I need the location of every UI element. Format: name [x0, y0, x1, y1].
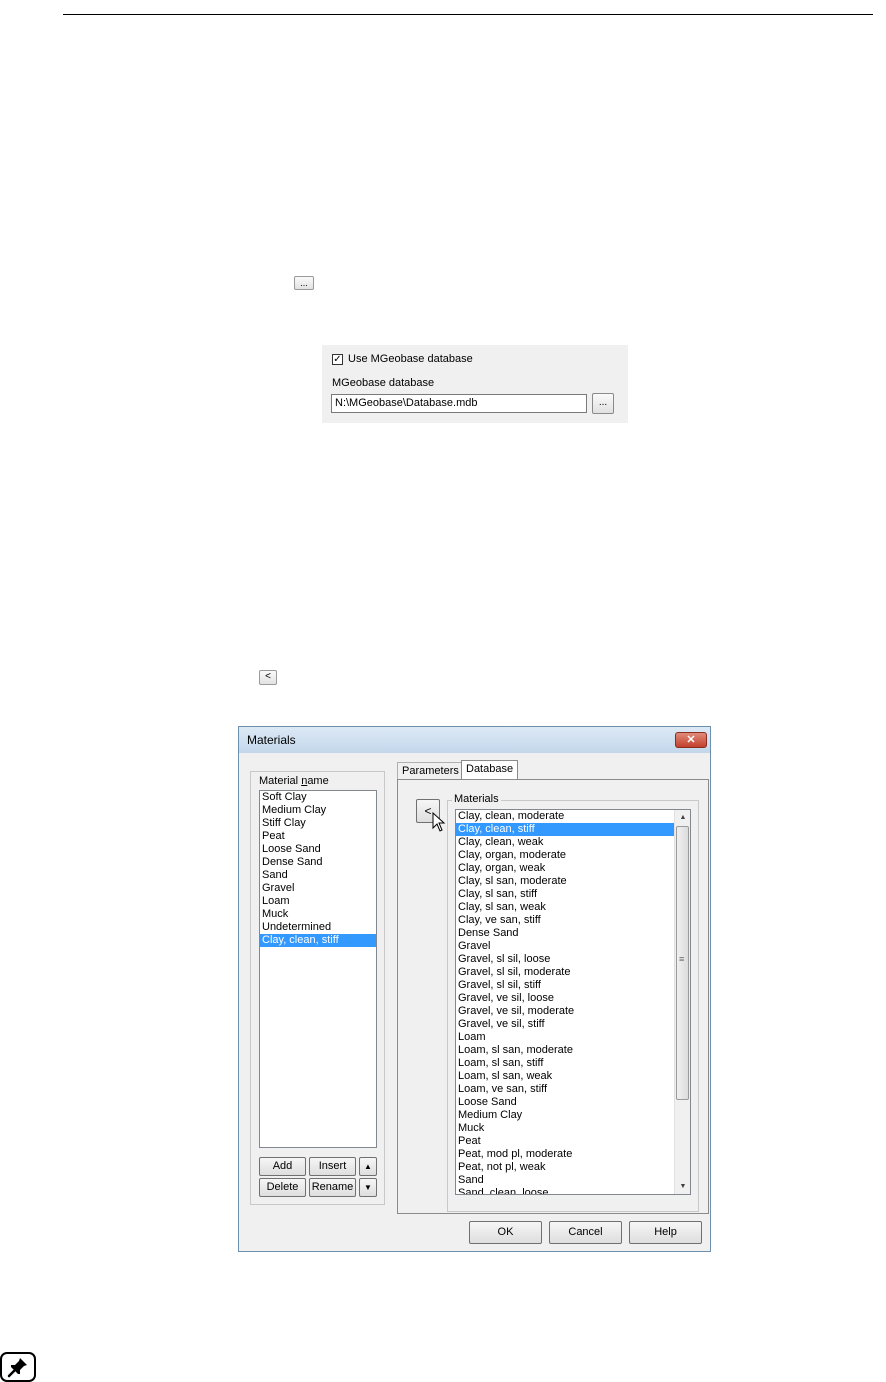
pushpin-icon: [0, 1352, 36, 1382]
material-name-item[interactable]: Muck: [260, 908, 376, 921]
rename-button[interactable]: Rename: [309, 1178, 356, 1197]
material-name-item[interactable]: Clay, clean, stiff: [260, 934, 376, 947]
database-material-item[interactable]: Clay, clean, stiff: [456, 823, 674, 836]
database-material-item[interactable]: Peat, not pl, weak: [456, 1161, 674, 1174]
database-material-item[interactable]: Clay, ve san, stiff: [456, 914, 674, 927]
database-material-item[interactable]: Loam, sl san, stiff: [456, 1057, 674, 1070]
mouse-pointer-icon: [432, 812, 446, 832]
database-material-item[interactable]: Clay, organ, moderate: [456, 849, 674, 862]
scroll-thumb[interactable]: ≡: [676, 826, 689, 1100]
inline-browse-button: ...: [294, 276, 314, 290]
material-name-item[interactable]: Gravel: [260, 882, 376, 895]
database-material-item[interactable]: Gravel: [456, 940, 674, 953]
material-name-item[interactable]: Soft Clay: [260, 791, 376, 804]
database-materials-label: Materials: [452, 793, 501, 805]
database-materials-list[interactable]: Clay, clean, moderate Clay, clean, stiff C…: [455, 809, 691, 1195]
mgeobase-database-path-input[interactable]: N:\MGeobase\Database.mdb: [331, 394, 587, 413]
insert-button[interactable]: Insert: [309, 1157, 356, 1176]
material-name-label: Material name: [257, 775, 331, 787]
database-material-item[interactable]: Clay, sl san, moderate: [456, 875, 674, 888]
dialog-titlebar: Materials ✕: [239, 727, 710, 753]
database-material-item[interactable]: Clay, sl san, stiff: [456, 888, 674, 901]
move-up-button[interactable]: ▲: [359, 1157, 377, 1176]
database-material-item[interactable]: Medium Clay: [456, 1109, 674, 1122]
page-header-rule: [63, 14, 873, 15]
database-tab-panel: < Materials Clay, clean, moderate Clay, c…: [397, 779, 709, 1214]
cancel-button[interactable]: Cancel: [549, 1221, 622, 1244]
database-material-item[interactable]: Gravel, ve sil, loose: [456, 992, 674, 1005]
help-button[interactable]: Help: [629, 1221, 702, 1244]
database-material-item[interactable]: Loam, sl san, weak: [456, 1070, 674, 1083]
database-material-item[interactable]: Sand: [456, 1174, 674, 1187]
material-name-item[interactable]: Loose Sand: [260, 843, 376, 856]
database-material-item[interactable]: Gravel, ve sil, stiff: [456, 1018, 674, 1031]
mgeobase-database-label: MGeobase database: [332, 377, 435, 389]
scroll-up-icon[interactable]: ▲: [675, 810, 690, 825]
chevron-left-icon: <: [424, 804, 432, 818]
material-name-item[interactable]: Sand: [260, 869, 376, 882]
arrow-down-icon: ▼: [364, 1183, 372, 1192]
dialog-title: Materials: [247, 733, 296, 747]
database-material-item[interactable]: Loam, ve san, stiff: [456, 1083, 674, 1096]
database-material-item[interactable]: Loam, sl san, moderate: [456, 1044, 674, 1057]
database-material-item[interactable]: Clay, clean, moderate: [456, 810, 674, 823]
vertical-scrollbar[interactable]: ▲ ≡ ▼: [674, 810, 690, 1194]
material-name-item[interactable]: Peat: [260, 830, 376, 843]
database-material-item[interactable]: Dense Sand: [456, 927, 674, 940]
database-material-item[interactable]: Clay, sl san, weak: [456, 901, 674, 914]
material-name-item[interactable]: Medium Clay: [260, 804, 376, 817]
tab-database[interactable]: Database: [461, 760, 519, 781]
pushpin-glyph: [7, 1358, 27, 1378]
scroll-down-icon[interactable]: ▼: [675, 1179, 690, 1194]
database-material-item[interactable]: Peat: [456, 1135, 674, 1148]
database-material-item[interactable]: Clay, clean, weak: [456, 836, 674, 849]
browse-database-button[interactable]: ...: [592, 393, 614, 414]
move-down-button[interactable]: ▼: [359, 1178, 377, 1197]
inline-copy-button: <: [259, 670, 277, 685]
material-name-list[interactable]: Soft Clay Medium Clay Stiff Clay Peat Loose …: [259, 790, 377, 1148]
materials-dialog: Materials ✕ Material name Soft Clay Mediu…: [238, 726, 711, 1252]
database-material-item[interactable]: Sand, clean, loose: [456, 1187, 674, 1194]
database-material-item[interactable]: Gravel, ve sil, moderate: [456, 1005, 674, 1018]
mgeobase-settings-panel: ✓ Use MGeobase database MGeobase databas…: [322, 345, 628, 423]
use-mgeobase-checkbox[interactable]: ✓: [332, 353, 343, 365]
database-material-item[interactable]: Gravel, sl sil, stiff: [456, 979, 674, 992]
grip-icon: ≡: [679, 954, 685, 964]
database-material-item[interactable]: Gravel, sl sil, loose: [456, 953, 674, 966]
use-mgeobase-label: Use MGeobase database: [348, 353, 473, 365]
close-button[interactable]: ✕: [675, 732, 707, 748]
database-material-item[interactable]: Clay, organ, weak: [456, 862, 674, 875]
database-material-item[interactable]: Gravel, sl sil, moderate: [456, 966, 674, 979]
database-material-item[interactable]: Loose Sand: [456, 1096, 674, 1109]
add-button[interactable]: Add: [259, 1157, 306, 1176]
material-name-item[interactable]: Dense Sand: [260, 856, 376, 869]
material-name-item[interactable]: Loam: [260, 895, 376, 908]
database-material-item[interactable]: Loam: [456, 1031, 674, 1044]
material-name-item[interactable]: Undetermined: [260, 921, 376, 934]
database-material-item[interactable]: Muck: [456, 1122, 674, 1135]
material-name-item[interactable]: Stiff Clay: [260, 817, 376, 830]
database-material-item[interactable]: Peat, mod pl, moderate: [456, 1148, 674, 1161]
use-mgeobase-row[interactable]: ✓ Use MGeobase database: [332, 352, 473, 366]
close-icon: ✕: [686, 734, 696, 746]
delete-button[interactable]: Delete: [259, 1178, 306, 1197]
arrow-up-icon: ▲: [364, 1162, 372, 1171]
ok-button[interactable]: OK: [469, 1221, 542, 1244]
